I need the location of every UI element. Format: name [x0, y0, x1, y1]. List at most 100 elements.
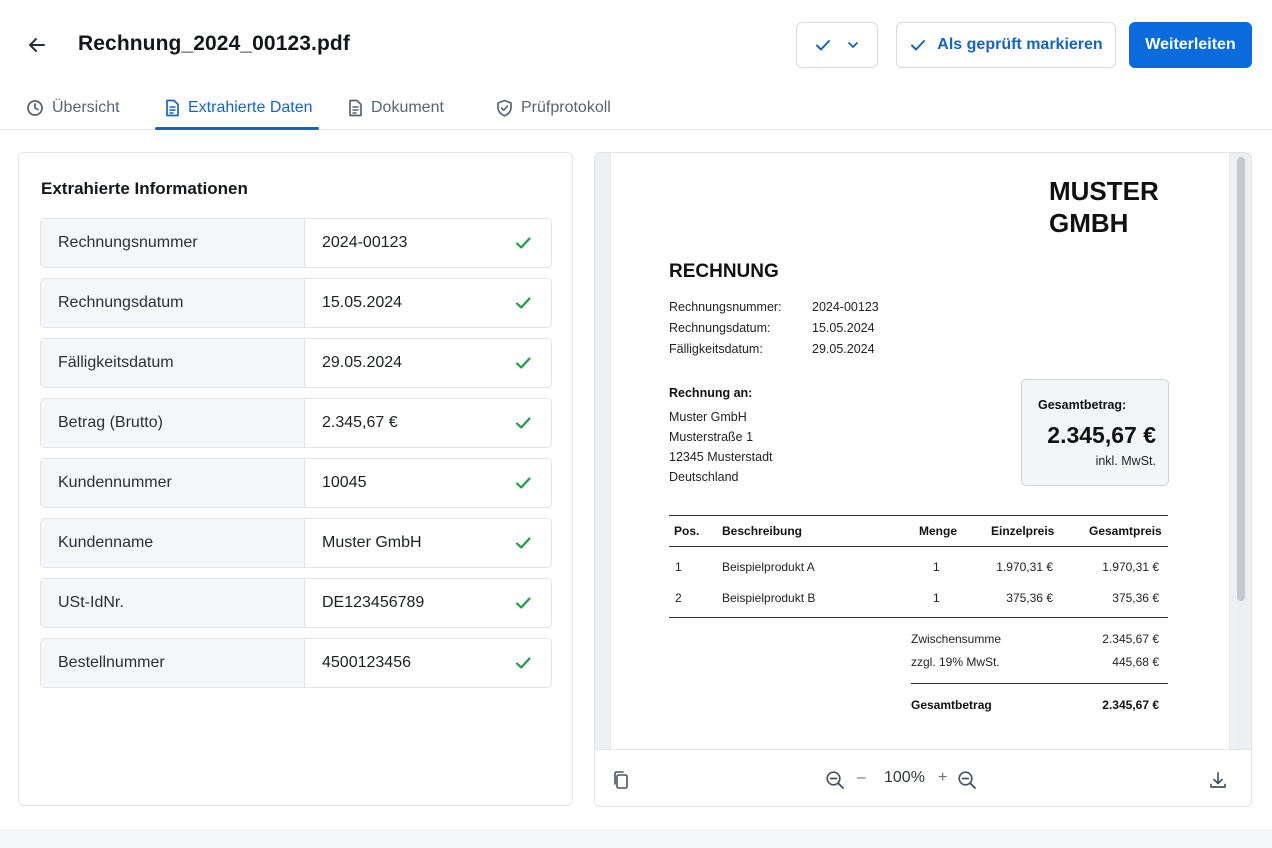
tab-extracted-data[interactable]: Extrahierte Daten	[164, 86, 313, 130]
extracted-field-row[interactable]: Fälligkeitsdatum 29.05.2024	[40, 338, 552, 388]
field-value[interactable]: 2.345,67 €	[305, 399, 495, 447]
mark-as-checked-label: Als geprüft markieren	[937, 36, 1103, 53]
zoom-out-icon	[826, 771, 844, 789]
download-icon	[1210, 772, 1226, 788]
tab-overview[interactable]: Übersicht	[26, 86, 120, 130]
shield-check-icon	[497, 99, 512, 117]
page-thumbnails-button[interactable]	[609, 768, 633, 792]
zoom-level: 100%	[884, 769, 925, 786]
viewer-toolbar: – 100% +	[595, 749, 1251, 806]
tab-audit-log[interactable]: Prüfprotokoll	[496, 86, 611, 130]
doc-company-name: MUSTER GMBH	[1049, 175, 1159, 239]
extracted-field-row[interactable]: Betrag (Brutto) 2.345,67 €	[40, 398, 552, 448]
doc-item-unit-price: 375,36 €	[1006, 591, 1053, 605]
doc-table-rule	[669, 617, 1168, 618]
extracted-field-row[interactable]: Bestellnummer 4500123456	[40, 638, 552, 688]
forward-button[interactable]: Weiterleiten	[1129, 22, 1252, 68]
doc-item-pos: 1	[675, 560, 682, 574]
doc-subtotal-value: 2.345,67 €	[1102, 632, 1159, 646]
doc-meta-label: Rechnungsdatum:	[669, 321, 771, 335]
clock-icon	[27, 100, 43, 116]
field-value[interactable]: 29.05.2024	[305, 339, 495, 387]
tab-bar: Übersicht Extrahierte Daten Dokument Prü…	[0, 86, 1272, 130]
doc-item-unit-price: 1.970,31 €	[996, 560, 1053, 574]
panel-title: Extrahierte Informationen	[41, 179, 248, 198]
check-icon	[911, 40, 926, 51]
extracted-field-row[interactable]: Rechnungsdatum 15.05.2024	[40, 278, 552, 328]
zoom-in-icon	[958, 771, 976, 789]
extracted-field-row[interactable]: Kundennummer 10045	[40, 458, 552, 508]
extracted-field-row[interactable]: Kundenname Muster GmbH	[40, 518, 552, 568]
zoom-increase[interactable]: +	[938, 769, 947, 787]
field-value[interactable]: Muster GmbH	[305, 519, 495, 567]
pages-icon	[614, 771, 628, 789]
doc-subtotal-label: Zwischensumme	[911, 632, 1002, 646]
extracted-field-row[interactable]: USt-IdNr. DE123456789	[40, 578, 552, 628]
tab-overview-label: Übersicht	[52, 99, 120, 116]
viewer-scrollbar-thumb[interactable]	[1237, 157, 1245, 601]
field-label: Rechnungsdatum	[41, 279, 305, 327]
back-button[interactable]	[22, 30, 52, 60]
document-icon	[349, 99, 362, 117]
field-label: Kundennummer	[41, 459, 305, 507]
doc-total-box-label: Gesamtbetrag:	[1038, 398, 1127, 412]
field-value[interactable]: 10045	[305, 459, 495, 507]
extracted-info-panel: Extrahierte Informationen Rechnungsnumme…	[18, 152, 573, 806]
check-icon	[495, 279, 551, 327]
document-icon	[166, 99, 179, 117]
doc-th-description: Beschreibung	[722, 524, 803, 538]
field-label: USt-IdNr.	[41, 579, 305, 627]
check-icon	[495, 399, 551, 447]
doc-company-line: GMBH	[1049, 208, 1129, 238]
doc-total-box: Gesamtbetrag: 2.345,67 € inkl. MwSt.	[1021, 379, 1169, 486]
doc-table-rule	[669, 515, 1168, 516]
document-viewer: MUSTER GMBH RECHNUNG Rechnungsnummer: 20…	[594, 152, 1252, 807]
chevron-down-icon[interactable]	[846, 38, 860, 52]
doc-total-rule	[911, 683, 1168, 684]
field-label: Fälligkeitsdatum	[41, 339, 305, 387]
doc-item-quantity: 1	[933, 591, 940, 605]
field-label: Kundenname	[41, 519, 305, 567]
viewer-scrollbar[interactable]	[1237, 153, 1249, 749]
active-tab-indicator	[155, 127, 319, 130]
tab-document[interactable]: Dokument	[347, 86, 444, 130]
tab-extracted-data-label: Extrahierte Daten	[188, 99, 313, 116]
doc-total-box-amount: 2.345,67 €	[1047, 422, 1156, 448]
check-icon	[495, 339, 551, 387]
doc-total-box-note: inkl. MwSt.	[1095, 454, 1156, 468]
doc-meta-value: 15.05.2024	[812, 321, 875, 335]
doc-item-pos: 2	[675, 591, 682, 605]
check-icon	[495, 519, 551, 567]
check-icon	[495, 639, 551, 687]
doc-address-line: 12345 Musterstadt	[669, 450, 773, 464]
field-value[interactable]: 4500123456	[305, 639, 495, 687]
mark-as-checked-button[interactable]: Als geprüft markieren	[896, 22, 1116, 68]
doc-meta-value: 29.05.2024	[812, 342, 875, 356]
doc-table-rule	[669, 546, 1168, 547]
file-title: Rechnung_2024_00123.pdf	[78, 32, 350, 55]
doc-meta-label: Rechnungsnummer:	[669, 300, 782, 314]
doc-address-line: Muster GmbH	[669, 410, 747, 424]
doc-th-total-price: Gesamtpreis	[1089, 524, 1162, 538]
doc-th-unit-price: Einzelpreis	[991, 524, 1055, 538]
check-icon	[495, 579, 551, 627]
doc-th-pos: Pos.	[674, 524, 700, 538]
doc-company-line: MUSTER	[1049, 176, 1159, 206]
zoom-out-button[interactable]	[823, 768, 847, 792]
zoom-decrease[interactable]: –	[857, 769, 866, 787]
field-value[interactable]: DE123456789	[305, 579, 495, 627]
field-value[interactable]: 15.05.2024	[305, 279, 495, 327]
download-button[interactable]	[1206, 768, 1230, 792]
check-icon	[495, 219, 551, 267]
field-value[interactable]: 2024-00123	[305, 219, 495, 267]
extracted-field-row[interactable]: Rechnungsnummer 2024-00123	[40, 218, 552, 268]
doc-vat-label: zzgl. 19% MwSt.	[911, 655, 1000, 669]
doc-th-quantity: Menge	[919, 524, 958, 538]
verify-split-button[interactable]	[796, 22, 878, 68]
field-label: Bestellnummer	[41, 639, 305, 687]
doc-meta-value: 2024-00123	[812, 300, 879, 314]
zoom-in-button[interactable]	[955, 768, 979, 792]
doc-bill-to-heading: Rechnung an:	[669, 386, 753, 400]
check-icon	[495, 459, 551, 507]
arrow-left-icon	[29, 38, 45, 52]
